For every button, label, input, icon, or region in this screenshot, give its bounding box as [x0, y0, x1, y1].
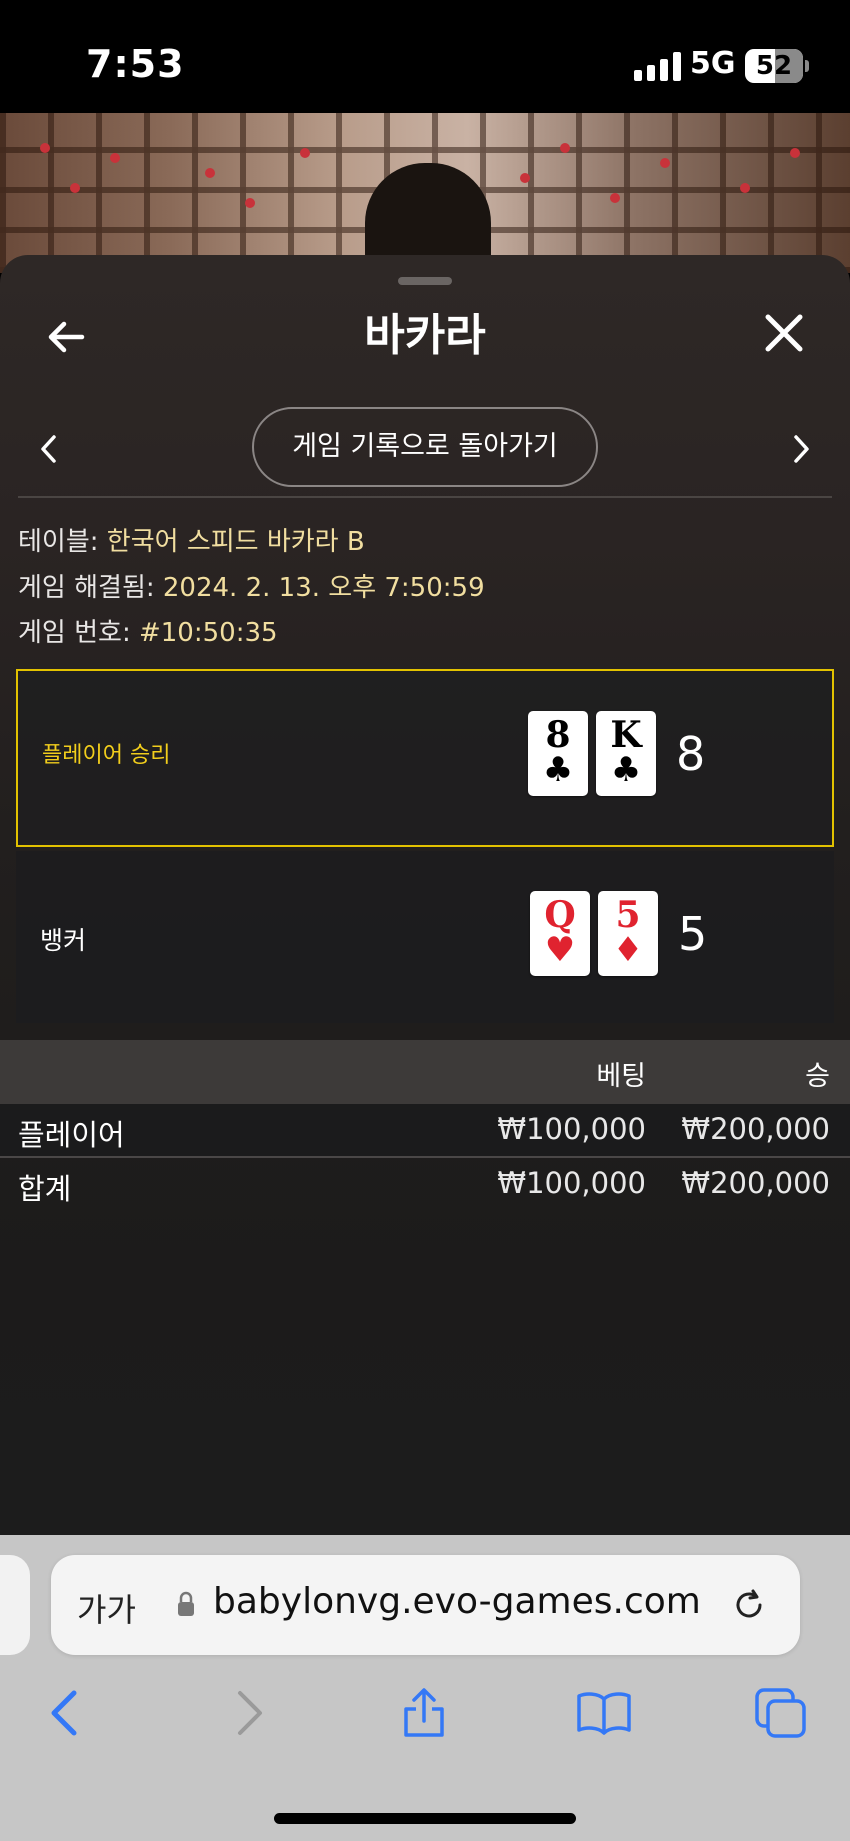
total-row: 합계 ₩100,000 ₩200,000 — [0, 1158, 850, 1212]
chevron-right-icon[interactable] — [790, 431, 814, 467]
text-size-button[interactable]: 가가 — [77, 1585, 136, 1631]
back-icon[interactable] — [40, 1687, 92, 1739]
live-video-background — [0, 113, 850, 273]
resolved-label: 게임 해결됨: — [18, 573, 155, 603]
playing-card: 8 ♣ — [528, 711, 588, 796]
playing-card: K ♣ — [596, 711, 656, 796]
diamond-suit-icon: ♦ — [612, 930, 644, 970]
club-suit-icon: ♣ — [610, 750, 642, 790]
card-rank: 5 — [615, 894, 641, 936]
resolved-value: 2024. 2. 13. 오후 7:50:59 — [162, 573, 485, 603]
game-number-label: 게임 번호: — [18, 618, 131, 648]
card-rank: K — [610, 714, 642, 756]
browser-toolbar: 가가 babylonvg.evo-games.com — [0, 1535, 850, 1841]
battery-level: 52 — [755, 51, 793, 81]
banker-score: 5 — [678, 907, 708, 961]
card-rank: 8 — [545, 714, 571, 756]
battery-icon: 52 — [745, 49, 803, 83]
playing-card: Q ♥ — [530, 891, 590, 976]
total-win-amount: ₩200,000 — [681, 1166, 830, 1200]
battery-tip — [805, 60, 809, 72]
bet-amount: ₩100,000 — [497, 1112, 646, 1146]
heart-suit-icon: ♥ — [544, 930, 576, 970]
reload-icon[interactable] — [729, 1585, 769, 1625]
page-title: 바카라 — [364, 310, 486, 361]
back-to-history-button[interactable]: 게임 기록으로 돌아가기 — [252, 407, 598, 487]
lock-icon — [177, 1591, 195, 1617]
url-text[interactable]: babylonvg.evo-games.com — [213, 1581, 701, 1622]
tabs-icon[interactable] — [754, 1687, 806, 1739]
win-amount: ₩200,000 — [681, 1112, 830, 1146]
divider — [18, 496, 832, 498]
forward-icon[interactable] — [222, 1687, 274, 1739]
address-bar[interactable]: 가가 babylonvg.evo-games.com — [51, 1555, 800, 1655]
table-value: 한국어 스피드 바카라 B — [106, 527, 365, 557]
bet-name: 플레이어 — [18, 1118, 125, 1152]
previous-tab-preview[interactable] — [0, 1555, 30, 1655]
card-rank: Q — [544, 894, 576, 936]
player-hand: 플레이어 승리 8 ♣ K ♣ 8 — [16, 669, 834, 847]
status-time: 7:53 — [86, 42, 185, 86]
chevron-left-icon[interactable] — [36, 431, 60, 467]
club-suit-icon: ♣ — [542, 750, 574, 790]
share-icon[interactable] — [398, 1687, 450, 1739]
banker-label: 뱅커 — [40, 926, 87, 955]
resolved-info: 게임 해결됨: 2024. 2. 13. 오후 7:50:59 — [18, 567, 485, 604]
total-label: 합계 — [18, 1172, 72, 1206]
game-number-value: #10:50:35 — [138, 618, 278, 648]
total-bet-amount: ₩100,000 — [497, 1166, 646, 1200]
table-row: 플레이어 ₩100,000 ₩200,000 — [0, 1104, 850, 1158]
playing-card: 5 ♦ — [598, 891, 658, 976]
close-icon[interactable] — [762, 311, 806, 355]
table-info: 테이블: 한국어 스피드 바카라 B — [18, 521, 365, 558]
win-column-header: 승 — [805, 1061, 830, 1092]
banker-hand: 뱅커 Q ♥ 5 ♦ 5 — [16, 851, 834, 1023]
drag-handle[interactable] — [398, 277, 452, 285]
home-indicator[interactable] — [274, 1813, 576, 1824]
bookmarks-icon[interactable] — [576, 1687, 631, 1739]
bet-column-header: 베팅 — [596, 1061, 646, 1092]
bets-table-header: 베팅 승 — [0, 1040, 850, 1104]
player-score: 8 — [676, 727, 706, 781]
table-label: 테이블: — [18, 527, 99, 557]
status-bar: 7:53 5G 52 — [0, 0, 850, 113]
network-type: 5G — [690, 46, 736, 81]
game-history-panel: 바카라 게임 기록으로 돌아가기 테이블: 한국어 스피드 바카라 B 게임 해… — [0, 255, 850, 1535]
game-number-info: 게임 번호: #10:50:35 — [18, 612, 278, 649]
player-win-label: 플레이어 승리 — [42, 743, 171, 768]
signal-icon — [634, 52, 681, 81]
